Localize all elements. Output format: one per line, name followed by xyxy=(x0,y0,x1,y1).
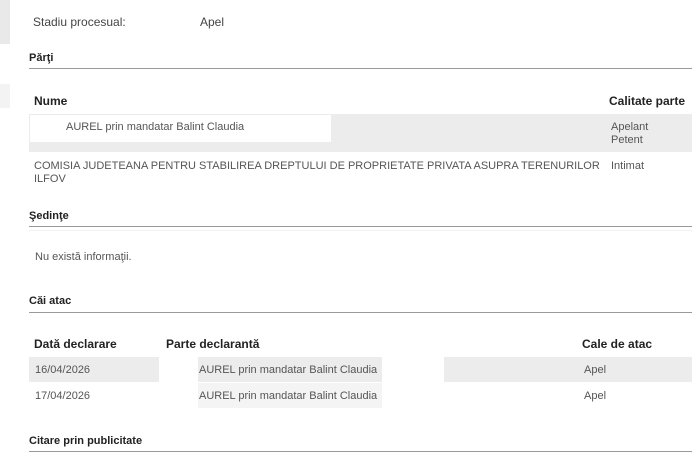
col-header-path: Cale de atac xyxy=(582,337,653,351)
party-quality: Intimat xyxy=(611,160,645,172)
party-name: AUREL prin mandatar Balint Claudia xyxy=(66,121,245,133)
appeal-path: Apel xyxy=(584,390,607,402)
row-background xyxy=(444,357,692,382)
empty-state-text: Nu există informaţii. xyxy=(35,251,132,263)
declaring-party: AUREL prin mandatar Balint Claudia xyxy=(199,390,378,402)
col-header-party: Parte declarantă xyxy=(166,337,260,351)
section-title-sedinte: Şedinţe xyxy=(29,210,69,222)
section-title-citare: Citare prin publicitate xyxy=(29,435,143,447)
left-panel-edge xyxy=(0,0,10,44)
party-quality: Apelant xyxy=(611,121,649,133)
col-header-quality: Calitate parte xyxy=(609,94,686,108)
declaration-date: 17/04/2026 xyxy=(35,390,91,402)
section-divider xyxy=(29,451,692,452)
section-title-cai-atac: Căi atac xyxy=(29,295,72,307)
left-panel-edge xyxy=(0,84,10,108)
procedural-stage-label: Stadiu procesual: xyxy=(33,15,126,29)
party-quality: Petent xyxy=(611,134,643,146)
appeal-path: Apel xyxy=(584,364,607,376)
declaration-date: 16/04/2026 xyxy=(35,364,91,376)
declaring-party: AUREL prin mandatar Balint Claudia xyxy=(199,364,378,376)
party-name: COMISIA JUDETEANA PENTRU STABILIREA DREP… xyxy=(34,160,600,172)
section-divider xyxy=(29,68,692,69)
party-name: ILFOV xyxy=(34,173,66,185)
col-header-name: Nume xyxy=(34,94,68,108)
cell-highlight xyxy=(170,357,198,382)
col-header-date: Dată declarare xyxy=(34,337,117,351)
section-title-parti: Părţi xyxy=(29,52,54,64)
faint-divider xyxy=(29,230,692,231)
section-divider xyxy=(29,226,692,227)
section-divider xyxy=(29,312,692,313)
cell-highlight xyxy=(170,383,198,408)
procedural-stage-value: Apel xyxy=(200,15,225,29)
